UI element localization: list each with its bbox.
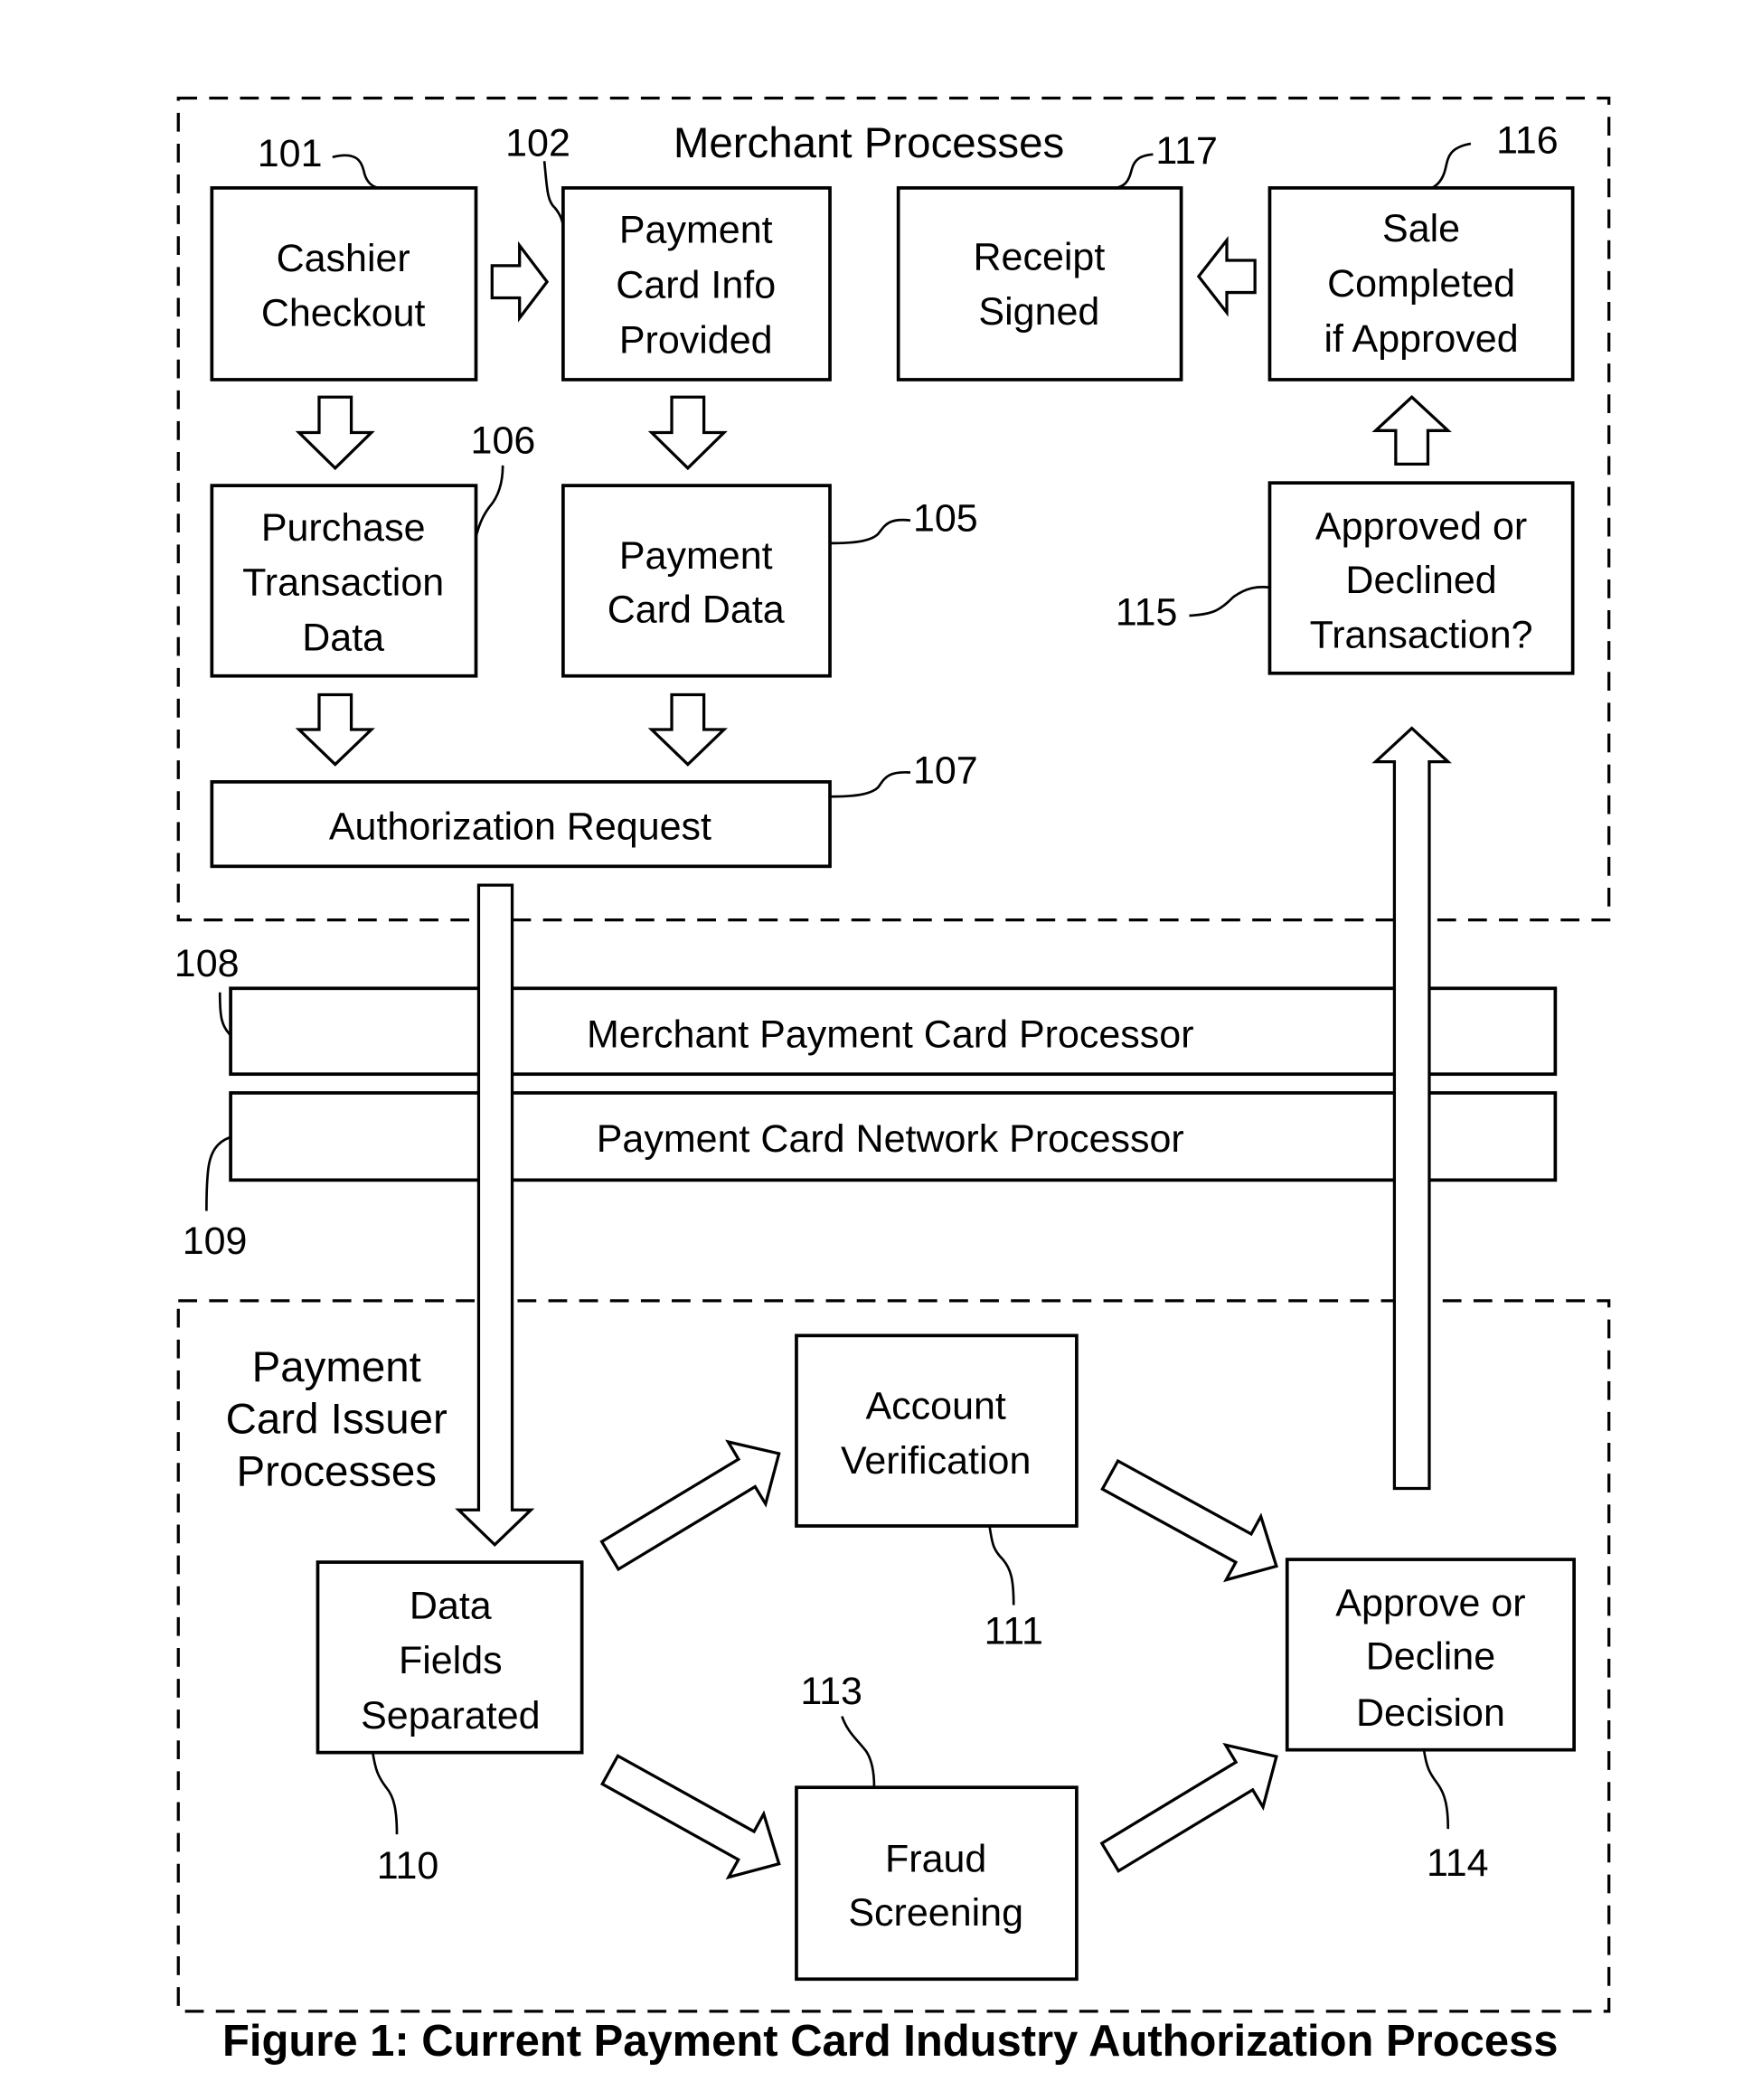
issuer-title-line-3: Processes <box>237 1448 437 1496</box>
ref-114: 114 <box>1427 1841 1489 1885</box>
svg-text:Merchant Payment Card Processo: Merchant Payment Card Processor <box>587 1013 1194 1057</box>
svg-text:Receipt: Receipt <box>973 235 1105 278</box>
arrow-105-to-107 <box>647 692 728 767</box>
node-data-fields-separated: Data Fields Separated <box>316 1560 584 1755</box>
leader-111 <box>988 1525 1015 1606</box>
svg-text:Payment: Payment <box>619 534 773 578</box>
leader-114 <box>1422 1749 1450 1830</box>
leader-107 <box>830 771 911 798</box>
ref-110: 110 <box>377 1844 439 1888</box>
arrow-116-to-117 <box>1196 235 1257 317</box>
ref-108: 108 <box>174 942 240 985</box>
svg-text:Cashier: Cashier <box>277 237 410 280</box>
arrow-110-to-113 <box>599 1754 781 1880</box>
svg-text:Signed: Signed <box>978 290 1099 334</box>
node-receipt-signed: Receipt Signed <box>896 186 1183 381</box>
svg-text:Sale: Sale <box>1382 207 1460 250</box>
diagram-canvas: Merchant Processes Cashier Checkout Paym… <box>174 96 1611 2066</box>
svg-text:Card Data: Card Data <box>608 588 785 631</box>
node-approved-or-declined: Approved or Declined Transaction? <box>1267 481 1575 675</box>
svg-text:Verification: Verification <box>841 1439 1031 1483</box>
ref-113: 113 <box>800 1670 862 1713</box>
svg-text:Provided: Provided <box>619 318 773 362</box>
figure-caption: Figure 1: Current Payment Card Industry … <box>222 2017 1558 2066</box>
ref-107: 107 <box>913 749 978 792</box>
ref-101: 101 <box>258 132 323 175</box>
svg-text:Approve or: Approve or <box>1335 1581 1525 1624</box>
svg-text:Checkout: Checkout <box>261 292 426 335</box>
leader-115 <box>1189 586 1270 617</box>
ref-105: 105 <box>913 497 978 541</box>
svg-text:Approved or: Approved or <box>1315 504 1527 548</box>
ref-109: 109 <box>183 1220 248 1263</box>
node-account-verification: Account Verification <box>795 1333 1079 1528</box>
arrow-113-to-114 <box>1099 1742 1278 1873</box>
arrow-111-to-114 <box>1100 1458 1278 1583</box>
ref-106: 106 <box>471 419 536 463</box>
svg-text:Completed: Completed <box>1327 262 1515 306</box>
svg-text:Transaction: Transaction <box>242 561 444 605</box>
ref-111: 111 <box>985 1610 1043 1653</box>
svg-text:Declined: Declined <box>1345 559 1496 602</box>
leader-101 <box>332 154 382 190</box>
arrow-down-long <box>455 883 535 1548</box>
arrow-110-to-111 <box>599 1439 781 1572</box>
issuer-title-line-1: Payment <box>252 1343 421 1391</box>
leader-117 <box>1115 153 1154 190</box>
svg-text:Purchase: Purchase <box>261 506 426 550</box>
leader-116 <box>1431 142 1472 190</box>
node-authorization-request: Authorization Request <box>210 780 832 869</box>
svg-text:Fraud: Fraud <box>885 1838 986 1881</box>
svg-text:Payment: Payment <box>619 209 773 252</box>
node-purchase-transaction-data: Purchase Transaction Data <box>210 484 478 678</box>
svg-text:if Approved: if Approved <box>1324 317 1518 361</box>
svg-text:Separated: Separated <box>361 1694 540 1737</box>
svg-text:Account: Account <box>866 1384 1006 1427</box>
arrow-101-to-106 <box>295 395 375 471</box>
ref-102: 102 <box>505 121 570 165</box>
arrow-106-to-107 <box>295 692 375 767</box>
leader-102 <box>542 161 565 229</box>
node-payment-card-info-provided: Payment Card Info Provided <box>561 186 832 381</box>
svg-text:Authorization Request: Authorization Request <box>329 805 711 849</box>
merchant-processes-title: Merchant Processes <box>674 119 1064 167</box>
svg-text:Data: Data <box>410 1584 492 1627</box>
svg-text:Fields: Fields <box>399 1639 503 1682</box>
arrow-115-to-116 <box>1371 395 1452 466</box>
svg-text:Card Info: Card Info <box>616 263 776 306</box>
ref-115: 115 <box>1116 590 1178 634</box>
svg-text:Payment Card Network Processor: Payment Card Network Processor <box>597 1117 1184 1161</box>
leader-113 <box>841 1716 876 1788</box>
leader-105 <box>830 518 911 545</box>
leader-106 <box>475 465 504 537</box>
node-merchant-payment-card-processor: Merchant Payment Card Processor <box>229 986 1558 1077</box>
node-payment-card-network-processor: Payment Card Network Processor <box>229 1091 1558 1182</box>
leader-110 <box>371 1752 399 1835</box>
node-approve-or-decline-decision: Approve or Decline Decision <box>1285 1558 1576 1752</box>
arrow-102-to-105 <box>647 395 728 471</box>
svg-text:Screening: Screening <box>848 1891 1023 1935</box>
issuer-title-line-2: Card Issuer <box>226 1396 448 1444</box>
svg-text:Decline: Decline <box>1366 1635 1495 1679</box>
svg-text:Transaction?: Transaction? <box>1310 614 1533 657</box>
svg-text:Decision: Decision <box>1356 1691 1505 1735</box>
ref-116: 116 <box>1496 118 1559 162</box>
node-payment-card-data: Payment Card Data <box>561 484 832 678</box>
svg-text:Data: Data <box>302 617 384 660</box>
node-sale-completed: Sale Completed if Approved <box>1267 186 1575 381</box>
arrow-101-to-102 <box>490 240 550 323</box>
node-fraud-screening: Fraud Screening <box>795 1785 1079 1982</box>
node-cashier-checkout: Cashier Checkout <box>210 186 478 381</box>
leader-109 <box>205 1135 231 1211</box>
ref-117: 117 <box>1155 129 1218 173</box>
